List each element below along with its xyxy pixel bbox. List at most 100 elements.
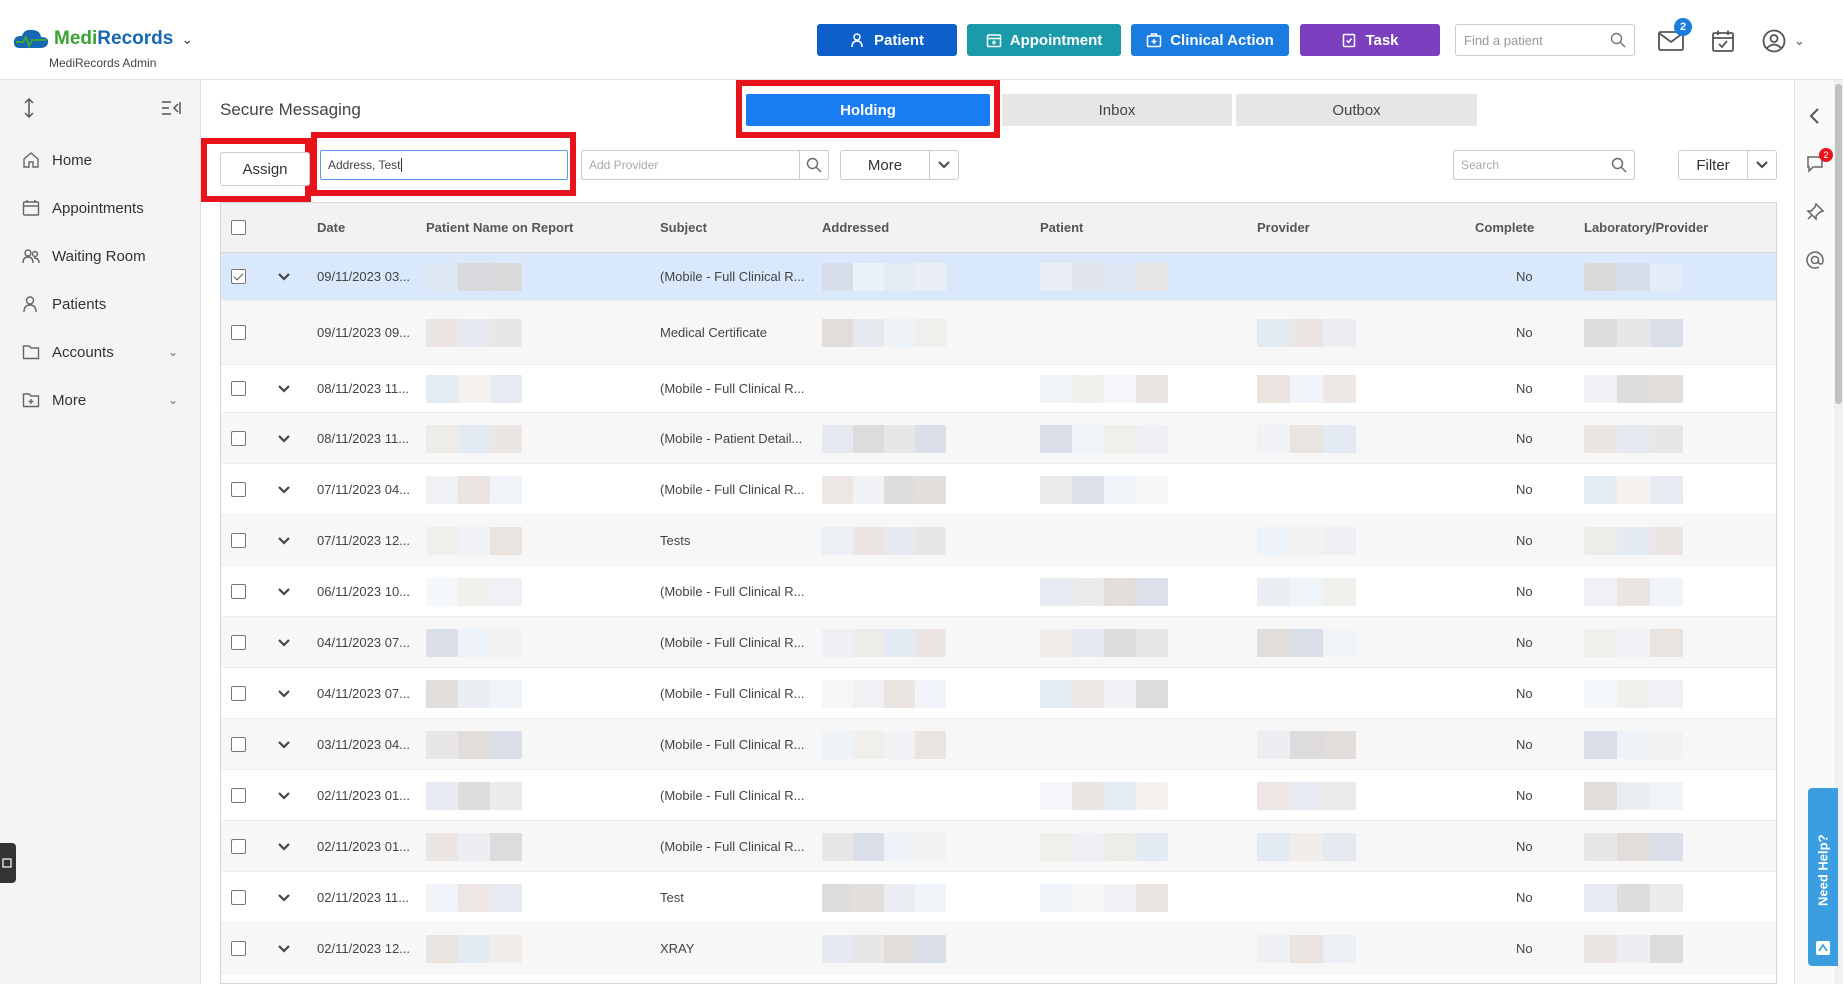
- table-row[interactable]: 09/11/2023 09... Medical Certificate No: [221, 301, 1776, 365]
- more-button[interactable]: More: [840, 150, 930, 180]
- column-header-patient-name-on-report[interactable]: Patient Name on Report: [426, 220, 573, 235]
- side-drawer-tab[interactable]: [0, 843, 16, 883]
- redacted-block: [822, 934, 853, 963]
- assign-label: Assign: [242, 160, 288, 178]
- user-menu-button[interactable]: ⌄: [1762, 26, 1812, 56]
- row-checkbox[interactable]: [231, 685, 246, 701]
- filter-dropdown-button[interactable]: [1747, 150, 1777, 180]
- expand-row-icon[interactable]: [277, 791, 291, 801]
- table-row[interactable]: 07/11/2023 04... (Mobile - Full Clinical …: [221, 464, 1776, 515]
- row-checkbox[interactable]: [231, 634, 246, 650]
- chevron-down-icon[interactable]: ⌄: [181, 31, 193, 48]
- new-appointment-button[interactable]: Appointment: [967, 24, 1121, 56]
- expand-row-icon[interactable]: [277, 638, 291, 648]
- expand-row-icon[interactable]: [277, 842, 291, 852]
- row-checkbox[interactable]: [231, 481, 246, 497]
- search-input[interactable]: Search: [1453, 150, 1635, 180]
- redacted-block: [1257, 628, 1290, 657]
- expand-row-icon[interactable]: [277, 272, 291, 282]
- mail-button[interactable]: 2: [1656, 18, 1692, 56]
- chevron-left-icon[interactable]: [1805, 106, 1825, 126]
- at-sign-icon[interactable]: [1805, 250, 1825, 270]
- app-name: MediRecords: [54, 28, 173, 50]
- find-patient-input[interactable]: Find a patient: [1455, 24, 1635, 56]
- column-header-addressed[interactable]: Addressed: [822, 220, 889, 235]
- table-row[interactable]: 04/11/2023 07... (Mobile - Full Clinical …: [221, 617, 1776, 668]
- table-row[interactable]: 02/11/2023 01... (Mobile - Full Clinical …: [221, 770, 1776, 821]
- row-checkbox[interactable]: [231, 381, 246, 396]
- add-provider-input[interactable]: Add Provider: [581, 150, 800, 180]
- table-row[interactable]: 09/11/2023 03... (Mobile - Full Clinical …: [221, 253, 1776, 301]
- row-checkbox[interactable]: [231, 532, 246, 548]
- expand-row-icon[interactable]: [277, 944, 291, 954]
- expand-row-icon[interactable]: [277, 740, 291, 750]
- expand-row-icon[interactable]: [277, 893, 291, 903]
- collapse-sidebar-icon[interactable]: [161, 100, 181, 116]
- column-header-complete[interactable]: Complete: [1475, 220, 1534, 235]
- search-icon[interactable]: [1611, 157, 1627, 173]
- select-all-checkbox[interactable]: [231, 220, 246, 235]
- column-header-date[interactable]: Date: [317, 220, 345, 235]
- expand-row-icon[interactable]: [277, 434, 291, 444]
- sidebar-item-more[interactable]: More ⌄: [0, 376, 200, 424]
- redacted-block: [1584, 934, 1617, 963]
- column-header-subject[interactable]: Subject: [660, 220, 707, 235]
- row-checkbox[interactable]: [231, 838, 246, 854]
- redacted-block: [1072, 781, 1104, 810]
- more-dropdown-button[interactable]: [929, 150, 959, 180]
- table-row[interactable]: 07/11/2023 12... Tests No: [221, 515, 1776, 566]
- column-header-patient[interactable]: Patient: [1040, 220, 1083, 235]
- sidebar-tools: [0, 80, 200, 136]
- table-row[interactable]: 03/11/2023 04... (Mobile - Full Clinical …: [221, 719, 1776, 770]
- expand-row-icon[interactable]: [277, 536, 291, 546]
- task-button[interactable]: Task: [1300, 24, 1440, 56]
- table-row[interactable]: 02/11/2023 01... (Mobile - Full Clinical …: [221, 821, 1776, 872]
- table-row[interactable]: 02/11/2023 12... XRAY No: [221, 923, 1776, 974]
- table-row[interactable]: 08/11/2023 11... (Mobile - Full Clinical …: [221, 365, 1776, 413]
- redacted-block: [915, 934, 946, 963]
- sidebar-item-patients[interactable]: Patients: [0, 280, 200, 328]
- row-checkbox[interactable]: [231, 430, 246, 446]
- sidebar-item-home[interactable]: Home: [0, 136, 200, 184]
- cell-date: 02/11/2023 11...: [317, 889, 410, 905]
- expand-row-icon[interactable]: [277, 485, 291, 495]
- redacted-block: [1323, 781, 1356, 810]
- expand-row-icon[interactable]: [277, 587, 291, 597]
- expand-row-icon[interactable]: [277, 384, 291, 394]
- tab-outbox[interactable]: Outbox: [1236, 94, 1477, 126]
- app-logo[interactable]: MediRecords ⌄: [12, 28, 193, 50]
- row-checkbox[interactable]: [231, 583, 246, 599]
- expand-vertical-icon[interactable]: [22, 98, 36, 118]
- tab-holding[interactable]: Holding: [746, 94, 990, 126]
- redacted-block: [822, 730, 853, 759]
- table-row[interactable]: 06/11/2023 10... (Mobile - Full Clinical …: [221, 566, 1776, 617]
- pin-icon[interactable]: [1805, 202, 1825, 222]
- expand-row-icon[interactable]: [277, 689, 291, 699]
- sidebar-item-waiting-room[interactable]: Waiting Room: [0, 232, 200, 280]
- new-patient-button[interactable]: Patient: [817, 24, 957, 56]
- row-checkbox[interactable]: [231, 325, 246, 340]
- column-header-provider[interactable]: Provider: [1257, 220, 1310, 235]
- sidebar-item-appointments[interactable]: Appointments: [0, 184, 200, 232]
- chevron-down-icon: [1756, 161, 1768, 169]
- table-row[interactable]: 08/11/2023 11... (Mobile - Patient Detail…: [221, 413, 1776, 464]
- row-checkbox[interactable]: [231, 269, 246, 284]
- row-checkbox[interactable]: [231, 940, 246, 956]
- row-checkbox[interactable]: [231, 787, 246, 803]
- provider-search-button[interactable]: [799, 150, 829, 180]
- search-icon[interactable]: [1610, 32, 1626, 48]
- assign-button[interactable]: Assign: [220, 152, 310, 186]
- tab-inbox[interactable]: Inbox: [1002, 94, 1232, 126]
- column-header-laboratory-provider[interactable]: Laboratory/Provider: [1584, 220, 1708, 235]
- calendar-button[interactable]: [1708, 26, 1738, 56]
- scrollbar-thumb[interactable]: [1835, 84, 1842, 404]
- row-checkbox[interactable]: [231, 736, 246, 752]
- table-row[interactable]: 04/11/2023 07... (Mobile - Full Clinical …: [221, 668, 1776, 719]
- redacted-block: [426, 526, 458, 555]
- filter-button[interactable]: Filter: [1678, 150, 1748, 180]
- table-row[interactable]: 02/11/2023 11... Test No: [221, 872, 1776, 923]
- clinical-action-button[interactable]: Clinical Action: [1131, 24, 1289, 56]
- address-input[interactable]: Address, Test: [320, 150, 568, 180]
- sidebar-item-accounts[interactable]: Accounts ⌄: [0, 328, 200, 376]
- row-checkbox[interactable]: [231, 889, 246, 905]
